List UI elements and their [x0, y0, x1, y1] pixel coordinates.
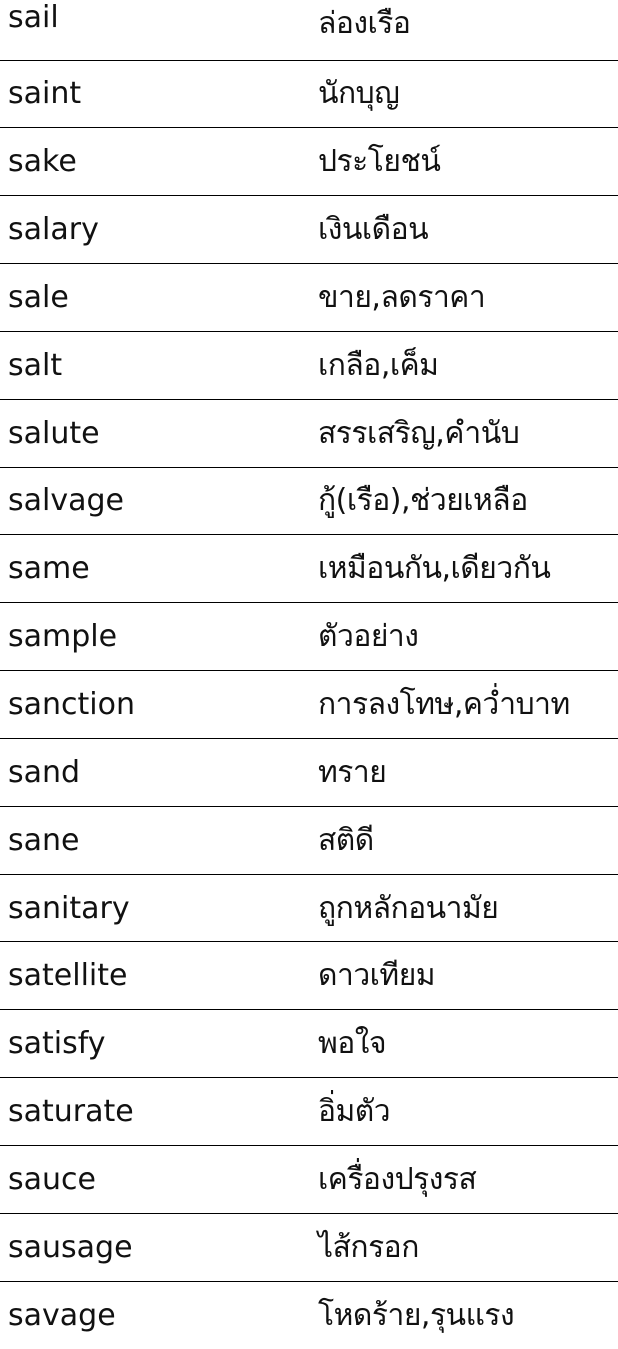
thai-translation: ตัวอย่าง — [314, 602, 618, 672]
vocab-row: saint นักบุญ — [0, 60, 618, 129]
thai-translation: เงินเดือน — [314, 195, 618, 265]
thai-translation: สติดี — [314, 806, 618, 875]
thai-translation: กู้(เรือ),ช่วยเหลือ — [314, 467, 618, 536]
thai-translation: การลงโทษ,คว่ำบาท — [314, 670, 618, 739]
english-word: satisfy — [0, 1009, 314, 1079]
english-word: salute — [0, 399, 314, 468]
english-word: salt — [0, 331, 314, 400]
vocab-row: sand ทราย — [0, 738, 618, 807]
vocab-row: saturate อิ่มตัว — [0, 1077, 618, 1146]
vocab-row: salary เงินเดือน — [0, 195, 618, 265]
vocab-row: sale ขาย,ลดราคา — [0, 263, 618, 332]
thai-translation: อิ่มตัว — [314, 1077, 618, 1146]
english-word: sample — [0, 602, 314, 672]
vocab-row: sauce เครื่องปรุงรส — [0, 1145, 618, 1214]
vocabulary-table: sail ล่องเรือ saint นักบุญ sake ประโยชน์… — [0, 0, 618, 1349]
vocabulary-table-body: sail ล่องเรือ saint นักบุญ sake ประโยชน์… — [0, 0, 618, 1349]
vocab-row: satellite ดาวเทียม — [0, 941, 618, 1011]
english-word: sausage — [0, 1213, 314, 1282]
thai-translation: เกลือ,เค็ม — [314, 331, 618, 400]
vocab-row: sail ล่องเรือ — [0, 0, 618, 61]
vocab-row: salute สรรเสริญ,คำนับ — [0, 399, 618, 468]
vocab-row: sanitary ถูกหลักอนามัย — [0, 874, 618, 943]
english-word: sale — [0, 263, 314, 332]
english-word: saint — [0, 60, 314, 129]
english-word: salvage — [0, 467, 314, 536]
thai-translation: โหดร้าย,รุนแรง — [318, 1297, 515, 1333]
english-word: sail — [0, 0, 314, 61]
english-word: sane — [0, 806, 314, 875]
thai-translation: ขาย,ลดราคา — [314, 263, 618, 332]
thai-translation: นักบุญ — [314, 60, 618, 129]
thai-translation: เครื่องปรุงรส — [314, 1145, 618, 1214]
english-word: sanitary — [0, 874, 314, 943]
thai-translation: สรรเสริญ,คำนับ — [314, 399, 618, 468]
thai-translation: ไส้กรอก — [314, 1213, 618, 1282]
vocab-row: sane สติดี — [0, 806, 618, 875]
english-word: sauce — [0, 1145, 314, 1214]
vocab-row: same เหมือนกัน,เดียวกัน — [0, 534, 618, 604]
thai-translation: ล่องเรือ — [314, 0, 618, 61]
thai-translation: เหมือนกัน,เดียวกัน — [314, 534, 618, 604]
vocab-row: satisfy พอใจ — [0, 1009, 618, 1079]
thai-translation: ประโยชน์ — [314, 127, 618, 197]
vocab-row: salvage กู้(เรือ),ช่วยเหลือ — [0, 467, 618, 536]
thai-translation: ทราย — [314, 738, 618, 807]
vocab-row: savage โหดร้าย,รุนแรง — [0, 1281, 618, 1349]
english-word: sanction — [0, 670, 314, 739]
english-word: satellite — [0, 941, 314, 1011]
english-word: sake — [0, 127, 314, 197]
vocab-row: sample ตัวอย่าง — [0, 602, 618, 672]
vocab-row: sake ประโยชน์ — [0, 127, 618, 197]
vocab-row: salt เกลือ,เค็ม — [0, 331, 618, 400]
thai-translation: ดาวเทียม — [314, 941, 618, 1011]
english-word: same — [0, 534, 314, 604]
english-word: sand — [0, 738, 314, 807]
thai-translation: พอใจ — [314, 1009, 618, 1079]
english-word: salary — [0, 195, 314, 265]
english-word: savage — [8, 1297, 116, 1333]
vocab-row: sanction การลงโทษ,คว่ำบาท — [0, 670, 618, 739]
thai-translation: ถูกหลักอนามัย — [314, 874, 618, 943]
vocab-row: sausage ไส้กรอก — [0, 1213, 618, 1282]
english-word: saturate — [0, 1077, 314, 1146]
